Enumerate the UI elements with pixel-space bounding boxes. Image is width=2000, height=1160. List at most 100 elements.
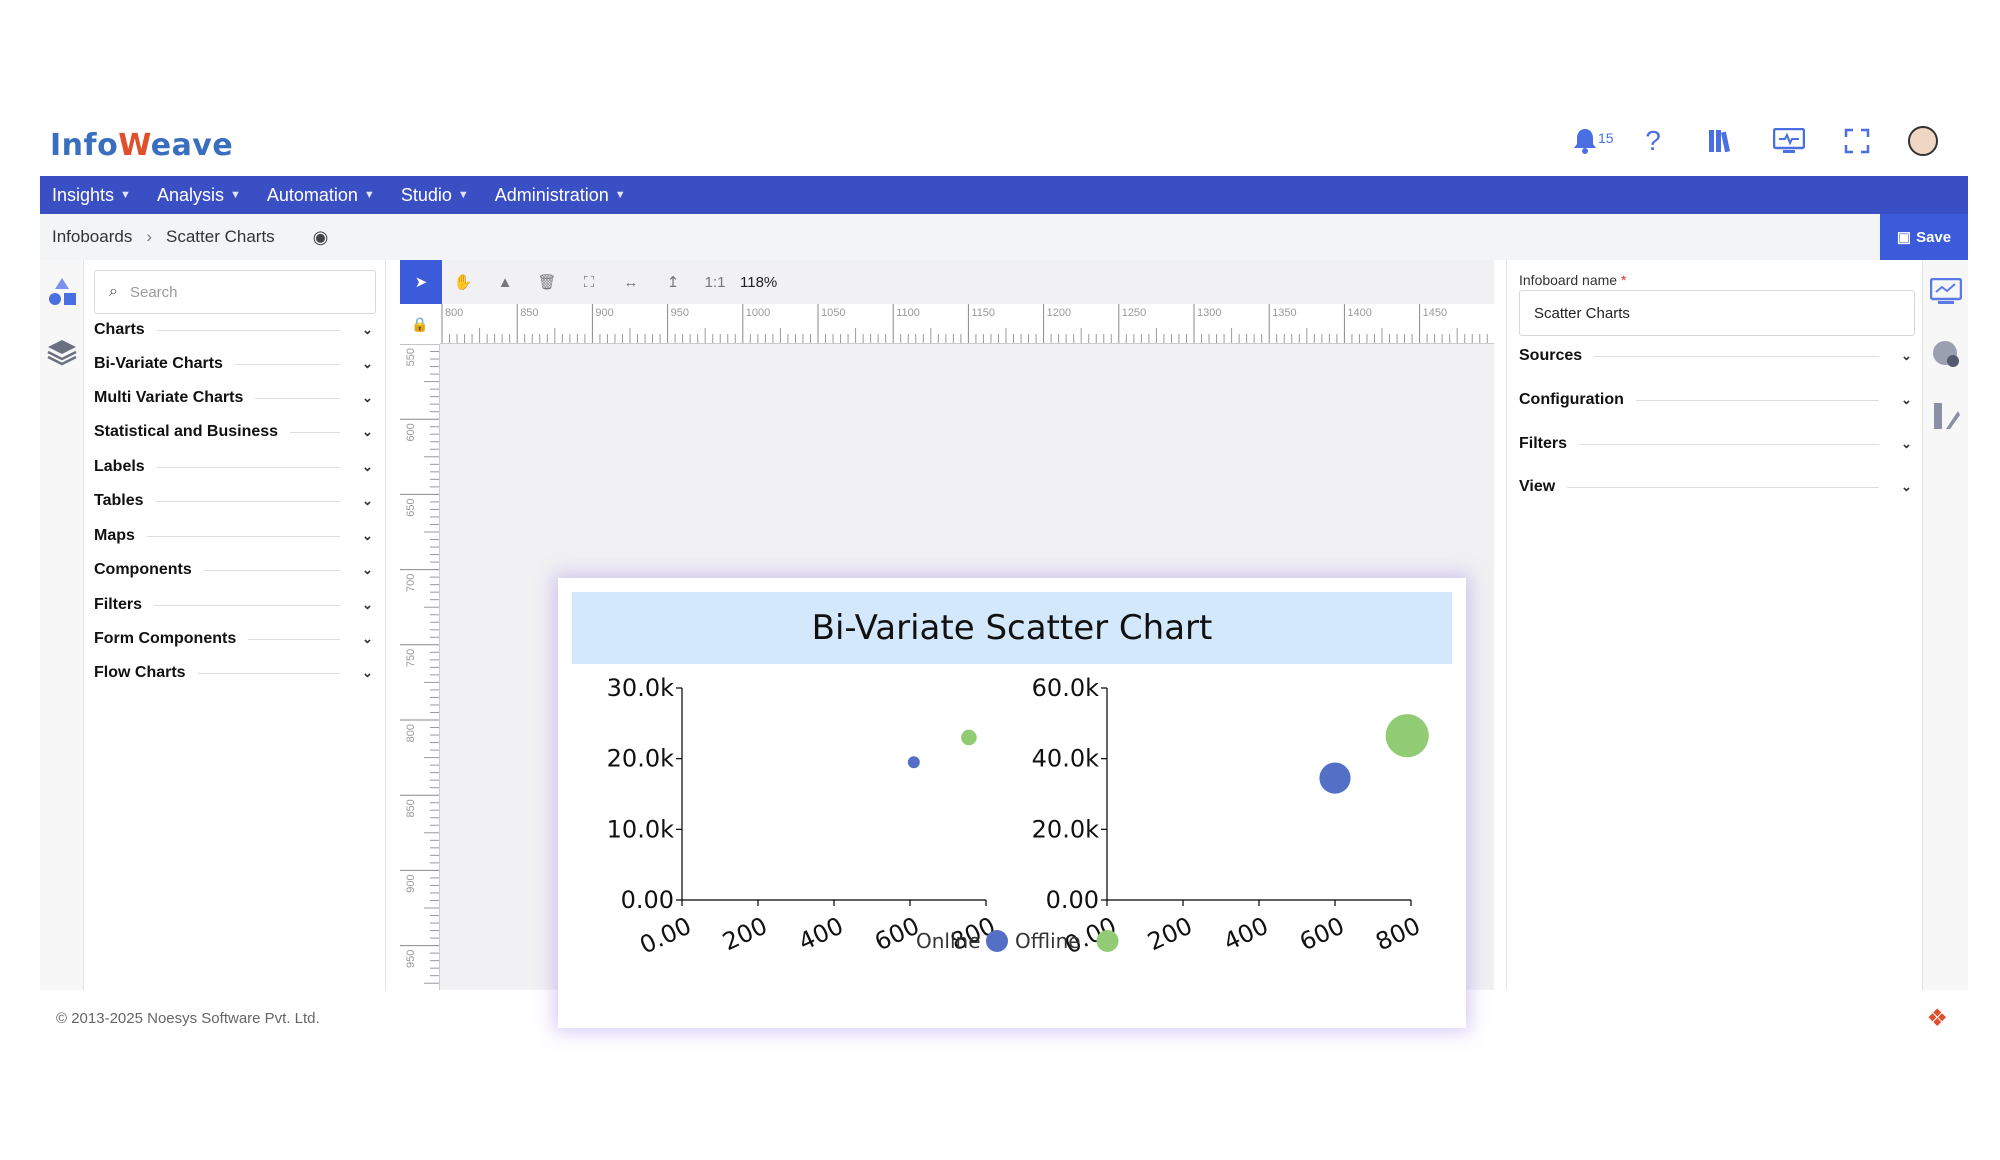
ruler-label: 800: [445, 307, 463, 319]
category-components[interactable]: Components ⌄: [94, 558, 376, 582]
ruler-label: 950: [405, 950, 417, 968]
brush-icon[interactable]: [1928, 398, 1964, 434]
ruler-label: 1050: [821, 307, 845, 319]
monitor-icon[interactable]: [1772, 124, 1806, 158]
properties-panel: Infoboard name * Scatter Charts Sources ⌄…: [1506, 260, 1922, 990]
category-label: Filters: [94, 596, 143, 613]
left-icon-rail: [40, 260, 84, 990]
widget-settings-icon[interactable]: [1928, 274, 1964, 310]
footer-copyright: © 2013-2025 Noesys Software Pvt. Ltd.: [56, 1010, 320, 1027]
category-charts[interactable]: Charts ⌄: [94, 318, 376, 342]
divider: [248, 638, 340, 640]
x-tick-label: 0.00: [635, 912, 695, 960]
chevron-down-icon: ⌄: [1901, 348, 1912, 363]
chevron-down-icon: ⌄: [362, 459, 373, 474]
logo-mark: W: [118, 128, 151, 163]
divider: [1567, 486, 1879, 488]
y-tick-label: 20.0k: [607, 745, 674, 773]
infoboard-name-label: Infoboard name *: [1519, 272, 1626, 288]
section-configuration[interactable]: Configuration ⌄: [1519, 388, 1915, 412]
pointer-tool-icon[interactable]: ➤: [400, 260, 442, 304]
eye-icon[interactable]: ◉: [313, 227, 329, 248]
breadcrumb-root[interactable]: Infoboards: [52, 227, 132, 247]
nav-analysis[interactable]: Analysis ▼: [157, 185, 241, 206]
fit-height-icon[interactable]: ↥: [652, 260, 694, 304]
divider: [155, 500, 340, 502]
layers-icon[interactable]: [44, 334, 80, 370]
fit-screen-icon[interactable]: ⛶: [568, 260, 610, 304]
chevron-down-icon: ⌄: [362, 390, 373, 405]
chevron-down-icon: ▼: [229, 189, 241, 201]
shapes-icon[interactable]: [44, 274, 80, 310]
y-tick-label: 40.0k: [1032, 745, 1099, 773]
nav-automation[interactable]: Automation ▼: [267, 185, 375, 206]
bell-icon[interactable]: 15: [1568, 124, 1614, 158]
ruler-label: 900: [405, 874, 417, 892]
delete-icon[interactable]: 🗑: [526, 260, 568, 304]
category-multi-variate-charts[interactable]: Multi Variate Charts ⌄: [94, 386, 376, 410]
library-icon[interactable]: [1704, 124, 1738, 158]
ruler-label: 1100: [896, 307, 920, 319]
category-label: Statistical and Business: [94, 423, 279, 440]
x-tick-label: 600: [1295, 912, 1348, 957]
nav-insights[interactable]: Insights ▼: [52, 185, 131, 206]
ruler-label: 750: [405, 649, 417, 667]
lock-icon[interactable]: 🔒: [400, 304, 440, 344]
x-tick-label: 400: [1219, 912, 1272, 957]
nav-administration[interactable]: Administration ▼: [495, 185, 626, 206]
category-label: Multi Variate Charts: [94, 389, 244, 406]
main-nav: Insights ▼ Analysis ▼ Automation ▼ Studio ▼ …: [40, 176, 1968, 214]
search-input[interactable]: ⌕ Search: [94, 270, 376, 314]
fullscreen-icon[interactable]: [1840, 124, 1874, 158]
shapes-tool-icon[interactable]: ▲: [484, 260, 526, 304]
category-flow-charts[interactable]: Flow Charts ⌄: [94, 661, 376, 685]
x-tick-label: 200: [1143, 912, 1196, 957]
category-label: Maps: [94, 527, 135, 544]
category-maps[interactable]: Maps ⌄: [94, 524, 376, 548]
nav-label: Insights: [52, 184, 115, 205]
nav-label: Studio: [400, 184, 452, 205]
y-tick-label: 60.0k: [1032, 674, 1099, 702]
divider: [1579, 443, 1879, 445]
pan-tool-icon[interactable]: ✋: [442, 260, 484, 304]
category-label: Flow Charts: [94, 664, 186, 681]
scatter-point-offline: [1385, 714, 1429, 758]
user-avatar[interactable]: [1908, 126, 1938, 156]
legend-label: Online: [916, 929, 981, 953]
infoboard-name-field[interactable]: Scatter Charts: [1519, 290, 1915, 336]
ruler-label: 1300: [1197, 307, 1221, 319]
chevron-down-icon: ⌄: [362, 528, 373, 543]
ruler-label: 1400: [1347, 307, 1371, 319]
chevron-down-icon: ⌄: [362, 356, 373, 371]
y-tick-label: 20.0k: [1032, 815, 1099, 843]
category-filters[interactable]: Filters ⌄: [94, 593, 376, 617]
category-form-components[interactable]: Form Components ⌄: [94, 627, 376, 651]
section-filters[interactable]: Filters ⌄: [1519, 432, 1915, 456]
category-labels[interactable]: Labels ⌄: [94, 455, 376, 479]
save-icon: ▣: [1896, 229, 1912, 246]
infoveave-logo: InfoWeave: [50, 128, 233, 163]
divider: [197, 672, 340, 674]
section-view[interactable]: View ⌄: [1519, 475, 1915, 499]
actual-size-button[interactable]: 1:1: [694, 260, 736, 304]
ruler-label: 1000: [746, 307, 770, 319]
chevron-down-icon: ▼: [457, 189, 469, 201]
chevron-down-icon: ⌄: [1901, 392, 1912, 407]
chevron-down-icon: ⌄: [362, 665, 373, 680]
ruler-label: 950: [671, 307, 689, 319]
nav-studio[interactable]: Studio ▼: [401, 185, 469, 206]
save-button[interactable]: ▣ Save: [1880, 214, 1968, 260]
category-tables[interactable]: Tables ⌄: [94, 489, 376, 513]
category-bi-variate-charts[interactable]: Bi-Variate Charts ⌄: [94, 352, 376, 376]
section-sources[interactable]: Sources ⌄: [1519, 344, 1915, 368]
ruler-label: 600: [405, 423, 417, 441]
category-statistical-business[interactable]: Statistical and Business ⌄: [94, 420, 376, 444]
search-placeholder: Search: [129, 283, 178, 301]
chart-widget[interactable]: Bi-Variate Scatter Chart 0.00 10.0k 20.0k 3…: [558, 578, 1466, 1028]
save-label: Save: [1916, 228, 1952, 246]
fit-width-icon[interactable]: ↔: [610, 260, 652, 304]
help-icon[interactable]: ?: [1636, 124, 1670, 158]
palette-icon[interactable]: [1928, 336, 1964, 372]
chevron-right-icon: ›: [146, 227, 153, 246]
divider: [156, 466, 340, 468]
